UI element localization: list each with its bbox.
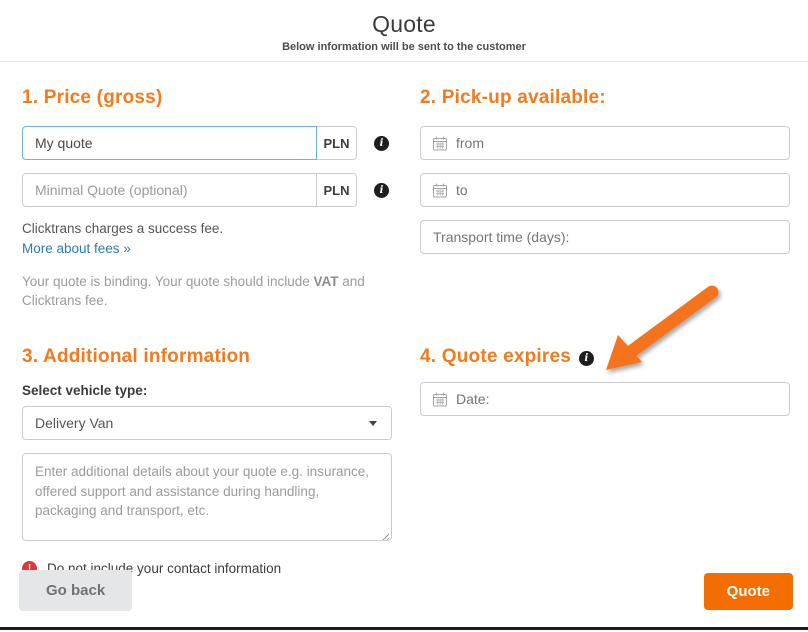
vehicle-type-select[interactable]: Delivery Van	[22, 406, 392, 440]
info-icon[interactable]: i	[374, 183, 389, 198]
section-pickup: 2. Pick-up available:	[420, 87, 790, 311]
section-expires: 4. Quote expires i	[420, 346, 790, 576]
price-heading: 1. Price (gross)	[22, 87, 392, 109]
binding-note: Your quote is binding. Your quote should…	[22, 272, 382, 311]
quote-price-input[interactable]	[22, 126, 317, 160]
pickup-from-input[interactable]	[456, 135, 777, 151]
quote-price-group: PLN	[22, 126, 357, 160]
currency-suffix: PLN	[316, 126, 357, 160]
transport-time-field[interactable]	[420, 220, 790, 254]
fee-note: Clicktrans charges a success fee.	[22, 220, 392, 239]
window-bottom-edge	[0, 627, 808, 630]
details-textarea[interactable]	[22, 453, 392, 541]
modal-footer: Go back Quote	[19, 570, 793, 611]
section-price: 1. Price (gross) PLN i PLN i Clicktrans …	[22, 87, 392, 311]
expiry-date-input[interactable]	[456, 391, 777, 407]
additional-heading: 3. Additional information	[22, 346, 392, 368]
binding-note-vat: VAT	[313, 274, 338, 289]
vehicle-type-label: Select vehicle type:	[22, 383, 392, 398]
info-icon[interactable]: i	[579, 351, 594, 366]
quote-modal: Quote Below information will be sent to …	[0, 0, 808, 632]
vehicle-type-value: Delivery Van	[35, 415, 113, 431]
details-textarea-wrap	[22, 453, 392, 546]
minimal-quote-group: PLN	[22, 173, 357, 207]
info-icon[interactable]: i	[374, 136, 389, 151]
binding-note-text: Your quote is binding. Your quote should…	[22, 274, 313, 289]
calendar-icon	[433, 392, 447, 407]
submit-quote-button[interactable]: Quote	[704, 573, 793, 610]
pickup-to-input[interactable]	[456, 182, 777, 198]
transport-time-input[interactable]	[433, 229, 777, 245]
currency-suffix: PLN	[316, 173, 357, 207]
pickup-to-field[interactable]	[420, 173, 790, 207]
chevron-down-icon	[369, 421, 377, 426]
minimal-quote-row: PLN i	[22, 173, 392, 207]
expires-heading: 4. Quote expires	[420, 346, 571, 368]
expires-heading-row: 4. Quote expires i	[420, 346, 790, 368]
go-back-button[interactable]: Go back	[19, 570, 132, 611]
calendar-icon	[433, 136, 447, 151]
page-title: Quote	[0, 11, 808, 38]
expiry-date-field[interactable]	[420, 382, 790, 416]
quote-price-row: PLN i	[22, 126, 392, 160]
calendar-icon	[433, 183, 447, 198]
pickup-heading: 2. Pick-up available:	[420, 87, 790, 109]
modal-header: Quote Below information will be sent to …	[0, 0, 808, 62]
pickup-from-field[interactable]	[420, 126, 790, 160]
form-body: 1. Price (gross) PLN i PLN i Clicktrans …	[0, 62, 808, 576]
page-subtitle: Below information will be sent to the cu…	[0, 41, 808, 53]
minimal-quote-input[interactable]	[22, 173, 317, 207]
more-about-fees-link[interactable]: More about fees »	[22, 241, 131, 256]
section-additional: 3. Additional information Select vehicle…	[22, 346, 392, 576]
